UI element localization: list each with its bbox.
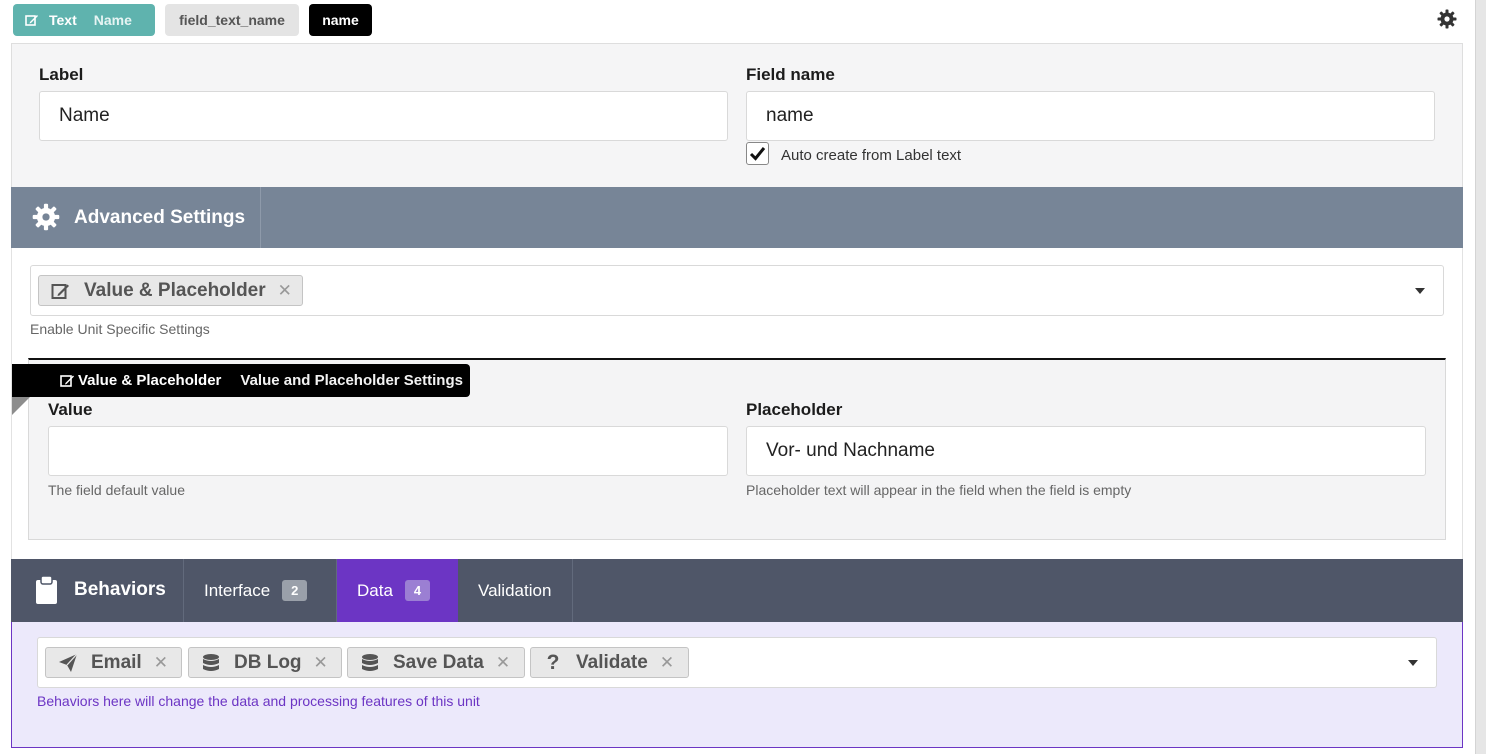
- remove-icon[interactable]: ✕: [278, 281, 292, 301]
- field-type-tag[interactable]: Text Name: [13, 4, 155, 36]
- chip-db-log[interactable]: DB Log ✕: [188, 647, 342, 678]
- question-icon: ?: [546, 650, 560, 674]
- chip-label: Email: [91, 651, 142, 673]
- chip-save-data[interactable]: Save Data ✕: [347, 647, 525, 678]
- advanced-settings-title[interactable]: Advanced Settings: [74, 207, 245, 229]
- tab-label: Data: [357, 580, 393, 600]
- database-icon: [362, 653, 378, 671]
- edit-icon: [25, 15, 38, 26]
- value-input[interactable]: [48, 426, 728, 476]
- placeholder-title: Placeholder: [746, 400, 843, 419]
- tab-interface[interactable]: Interface 2: [204, 559, 308, 622]
- header-divider: [572, 559, 573, 622]
- database-icon: [203, 653, 219, 671]
- field-type-name: Name: [93, 12, 132, 28]
- field-type-label: Text: [49, 12, 77, 28]
- value-help: The field default value: [48, 482, 185, 498]
- tab-label: Validation: [478, 580, 552, 600]
- header-divider: [183, 559, 184, 622]
- auto-create-label: Auto create from Label text: [781, 147, 962, 164]
- field-id-tag: field_text_name: [165, 4, 299, 36]
- remove-icon[interactable]: ✕: [154, 653, 168, 673]
- remove-icon[interactable]: ✕: [660, 653, 674, 673]
- chip-label: Save Data: [393, 651, 484, 673]
- behaviors-help: Behaviors here will change the data and …: [37, 693, 480, 709]
- count-badge: 4: [404, 580, 431, 601]
- gear-icon: [32, 203, 60, 231]
- unit-tag-desc: Value and Placeholder Settings: [240, 372, 463, 389]
- behaviors-title[interactable]: Behaviors: [74, 579, 166, 601]
- label-title: Label: [39, 65, 84, 84]
- unit-tag-name: Value & Placeholder: [78, 372, 222, 389]
- unit-tag: Value & Placeholder Value and Placeholde…: [12, 364, 470, 397]
- clipboard-icon: [36, 575, 57, 604]
- remove-icon[interactable]: ✕: [496, 653, 510, 673]
- chevron-down-icon[interactable]: [1415, 288, 1425, 294]
- placeholder-help: Placeholder text will appear in the fiel…: [746, 482, 1132, 498]
- edit-icon: [60, 375, 74, 387]
- behaviors-select[interactable]: Email ✕ DB Log ✕ Save Data ✕ ? Validate …: [37, 637, 1437, 688]
- unit-settings-select[interactable]: Value & Placeholder ✕: [30, 265, 1444, 316]
- tag-fold: [12, 397, 30, 415]
- gear-icon[interactable]: [1437, 9, 1457, 29]
- chip-value-placeholder[interactable]: Value & Placeholder ✕: [38, 275, 303, 306]
- chip-validate[interactable]: ? Validate ✕: [530, 647, 689, 678]
- header-divider: [260, 187, 261, 248]
- unit-settings-help: Enable Unit Specific Settings: [30, 321, 210, 337]
- checkmark-icon: [749, 147, 766, 161]
- chip-email[interactable]: Email ✕: [45, 647, 182, 678]
- chip-label: Validate: [576, 651, 648, 673]
- value-title: Value: [48, 400, 93, 419]
- label-input[interactable]: Name: [39, 91, 728, 141]
- chevron-down-icon[interactable]: [1408, 660, 1418, 666]
- tab-label: Interface: [204, 580, 271, 600]
- count-badge: 2: [282, 580, 308, 601]
- chip-label: Value & Placeholder: [84, 279, 266, 301]
- behaviors-header: Behaviors Interface 2 Data 4 Validation: [11, 559, 1463, 622]
- remove-icon[interactable]: ✕: [314, 653, 328, 673]
- auto-create-checkbox[interactable]: [746, 142, 769, 165]
- fieldname-input[interactable]: name: [746, 91, 1435, 141]
- scrollbar[interactable]: [1475, 0, 1486, 754]
- tab-validation[interactable]: Validation: [478, 559, 551, 622]
- paper-plane-icon: [59, 653, 78, 672]
- advanced-settings-header: Advanced Settings: [11, 187, 1463, 248]
- tab-data[interactable]: Data 4: [337, 559, 458, 622]
- field-name-tag: name: [309, 4, 372, 36]
- placeholder-input[interactable]: Vor- und Nachname: [746, 426, 1426, 476]
- chip-label: DB Log: [234, 651, 302, 673]
- fieldname-title: Field name: [746, 65, 835, 84]
- edit-icon: [51, 283, 69, 299]
